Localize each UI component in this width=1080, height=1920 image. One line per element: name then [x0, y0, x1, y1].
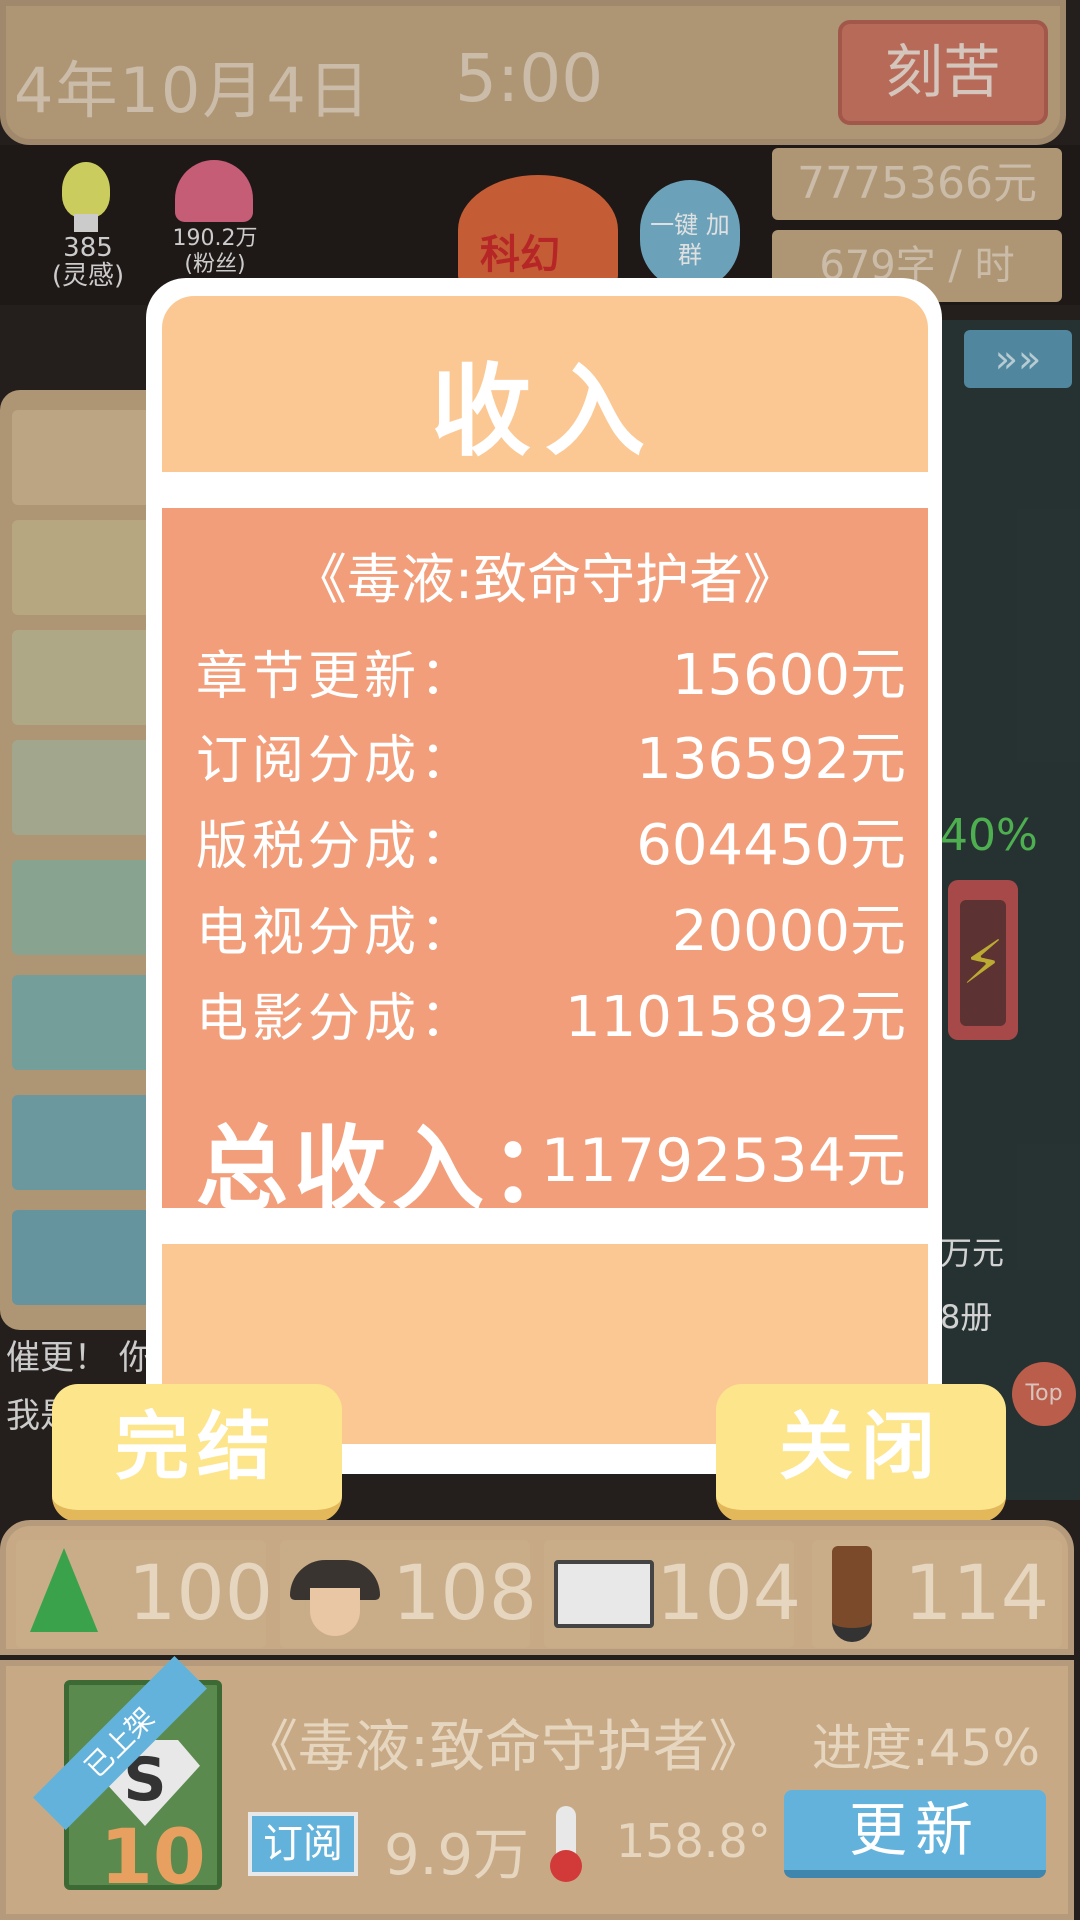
- income-value-movie: 11015892元: [564, 985, 906, 1050]
- income-value-royalty: 604450元: [636, 813, 906, 878]
- subscriber-count: 9.9万: [384, 1823, 530, 1888]
- subscribe-badge: 订阅: [248, 1812, 358, 1876]
- detective-face: [310, 1588, 360, 1636]
- thermometer-bulb: [550, 1850, 582, 1882]
- attribute-value-pencil: 114: [904, 1548, 1050, 1637]
- income-label-tv: 电视分成：: [196, 903, 477, 963]
- attribute-value-detective: 108: [392, 1548, 538, 1637]
- open-book-icon: [554, 1560, 654, 1628]
- total-income-value: 11792534元: [540, 1126, 906, 1196]
- total-income-label: 总收入：: [196, 1116, 589, 1223]
- book-title: 《毒液:致命守护者》: [242, 1715, 765, 1780]
- pencil-icon: [832, 1546, 872, 1642]
- heat-value: 158.8°: [616, 1814, 771, 1868]
- income-label-royalty: 版税分成：: [196, 817, 477, 877]
- update-button[interactable]: 更新: [784, 1790, 1046, 1878]
- income-label-subscription: 订阅分成：: [196, 731, 477, 791]
- attribute-value-book: 104: [656, 1548, 802, 1637]
- book-level: 10: [100, 1812, 206, 1901]
- income-label-movie: 电影分成：: [196, 989, 477, 1049]
- book-progress: 进度:45%: [812, 1719, 1040, 1777]
- close-button[interactable]: 关闭: [716, 1384, 1006, 1522]
- income-value-tv: 20000元: [671, 899, 906, 964]
- finish-button[interactable]: 完结: [52, 1384, 342, 1522]
- dialog-book-title: 《毒液:致命守护者》: [292, 548, 798, 611]
- dialog-title: 收入: [431, 353, 659, 470]
- income-label-chapter: 章节更新：: [196, 647, 477, 707]
- attribute-value-tree: 100: [128, 1548, 274, 1637]
- tree-icon: [30, 1548, 98, 1632]
- income-value-subscription: 136592元: [636, 727, 906, 792]
- income-value-chapter: 15600元: [671, 643, 906, 708]
